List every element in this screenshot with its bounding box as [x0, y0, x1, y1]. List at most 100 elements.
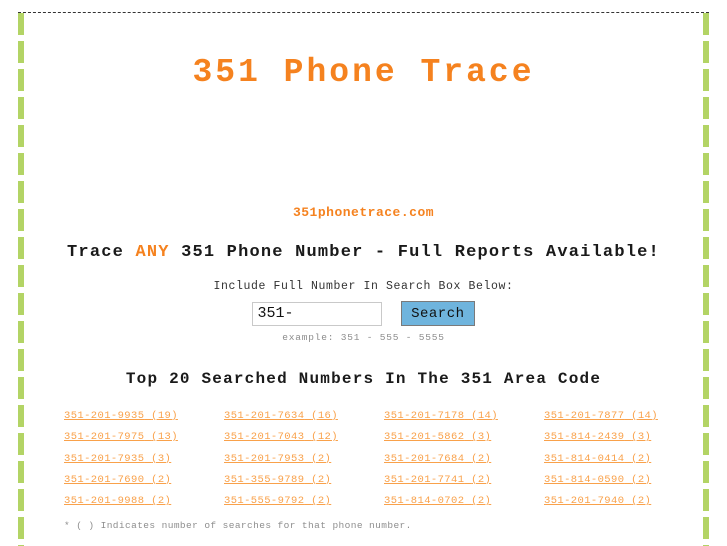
list-item: 351-814-0590 (2): [544, 470, 704, 491]
search-row: Search: [24, 301, 703, 326]
phone-number-link[interactable]: 351-201-7953 (2): [224, 453, 331, 465]
search-count: (2): [471, 452, 492, 465]
search-example-text: example: 351 - 555 - 5555: [282, 332, 445, 343]
tagline-after: 351 Phone Number - Full Reports Availabl…: [169, 243, 660, 262]
list-item: 351-201-7741 (2): [384, 470, 544, 491]
table-row: 351-201-7975 (13) 351-201-7043 (12) 351-…: [64, 427, 693, 448]
phone-number-link[interactable]: 351-201-9988 (2): [64, 495, 171, 507]
search-count: (3): [471, 431, 492, 444]
list-item: 351-201-7690 (2): [64, 470, 224, 491]
phone-number-link[interactable]: 351-201-7634 (16): [224, 410, 338, 422]
phone-number-link[interactable]: 351-201-7877 (14): [544, 410, 658, 422]
phone-number-link[interactable]: 351-814-0414 (2): [544, 453, 651, 465]
page-title: 351 Phone Trace: [192, 54, 535, 91]
phone-number-text: 351-201-9935: [64, 410, 145, 422]
phone-number-link[interactable]: 351-555-9792 (2): [224, 495, 331, 507]
table-row: 351-201-9935 (19) 351-201-7634 (16) 351-…: [64, 406, 693, 427]
phone-number-link[interactable]: 351-201-7935 (3): [64, 453, 171, 465]
phone-number-link[interactable]: 351-201-7741 (2): [384, 474, 491, 486]
list-item: 351-201-7178 (14): [384, 406, 544, 427]
table-row: 351-201-7935 (3) 351-201-7953 (2) 351-20…: [64, 449, 693, 470]
phone-number-link[interactable]: 351-814-0702 (2): [384, 495, 491, 507]
page-content: 351 Phone Trace 351phonetrace.com Trace …: [24, 13, 703, 545]
list-item: 351-201-7975 (13): [64, 427, 224, 448]
search-count: (2): [311, 473, 332, 486]
phone-number-link[interactable]: 351-814-2439 (3): [544, 431, 651, 443]
phone-number-link[interactable]: 351-355-9789 (2): [224, 474, 331, 486]
phone-number-text: 351-814-0702: [384, 495, 465, 508]
list-item: 351-555-9792 (2): [224, 491, 384, 512]
phone-number-link[interactable]: 351-814-0590 (2): [544, 474, 651, 486]
list-item: 351-201-7634 (16): [224, 406, 384, 427]
advertisement-slot: [24, 93, 703, 205]
table-row: 351-201-9988 (2) 351-555-9792 (2) 351-81…: [64, 491, 693, 512]
search-instruction-label: Include Full Number In Search Box Below:: [213, 280, 514, 293]
phone-number-text: 351-201-7741: [384, 473, 465, 486]
list-item: 351-814-0414 (2): [544, 449, 704, 470]
tagline: Trace ANY 351 Phone Number - Full Report…: [24, 243, 703, 263]
page-frame: 351 Phone Trace 351phonetrace.com Trace …: [18, 12, 709, 546]
phone-number-link[interactable]: 351-201-7178 (14): [384, 410, 498, 422]
phone-number-text: 351-201-9988: [64, 495, 145, 508]
table-row: 351-201-7690 (2) 351-355-9789 (2) 351-20…: [64, 470, 693, 491]
search-count: (2): [311, 452, 332, 465]
list-item: 351-201-7940 (2): [544, 491, 704, 512]
phone-number-text: 351-355-9789: [224, 473, 305, 486]
list-item: 351-201-5862 (3): [384, 427, 544, 448]
phone-number-link[interactable]: 351-201-7690 (2): [64, 474, 171, 486]
phone-number-text: 351-201-7178: [384, 410, 465, 422]
search-count: (16): [311, 410, 338, 422]
phone-number-link[interactable]: 351-201-7940 (2): [544, 495, 651, 507]
phone-number-text: 351-814-0414: [544, 452, 625, 465]
phone-number-text: 351-555-9792: [224, 495, 305, 508]
search-count-footnote: * ( ) Indicates number of searches for t…: [64, 520, 412, 532]
search-count: (19): [151, 410, 178, 422]
search-count: (12): [311, 431, 338, 444]
phone-number-text: 351-201-7975: [64, 431, 145, 444]
list-item: 351-201-7877 (14): [544, 406, 704, 427]
phone-number-text: 351-814-2439: [544, 431, 625, 444]
search-count: (14): [471, 410, 498, 422]
phone-number-link[interactable]: 351-201-9935 (19): [64, 410, 178, 422]
list-item: 351-814-0702 (2): [384, 491, 544, 512]
search-count: (2): [471, 495, 492, 508]
list-item: 351-201-9988 (2): [64, 491, 224, 512]
phone-number-link[interactable]: 351-201-7975 (13): [64, 431, 178, 443]
phone-number-text: 351-201-7877: [544, 410, 625, 422]
phone-number-text: 351-201-7043: [224, 431, 305, 444]
phone-number-link[interactable]: 351-201-7684 (2): [384, 453, 491, 465]
search-count: (14): [631, 410, 658, 422]
search-count: (2): [311, 495, 332, 508]
tagline-highlight: ANY: [135, 243, 170, 262]
list-item: 351-201-7953 (2): [224, 449, 384, 470]
search-count: (3): [631, 431, 652, 444]
top-searched-numbers-grid: 351-201-9935 (19) 351-201-7634 (16) 351-…: [24, 406, 703, 512]
top-searched-heading: Top 20 Searched Numbers In The 351 Area …: [125, 370, 602, 388]
list-item: 351-201-7043 (12): [224, 427, 384, 448]
phone-number-text: 351-201-7935: [64, 452, 145, 465]
search-count: (2): [631, 452, 652, 465]
tagline-before: Trace: [67, 243, 136, 262]
search-count: (2): [471, 473, 492, 486]
search-count: (3): [151, 452, 172, 465]
list-item: 351-814-2439 (3): [544, 427, 704, 448]
phone-number-text: 351-201-7940: [544, 495, 625, 508]
search-count: (2): [631, 495, 652, 508]
list-item: 351-201-7684 (2): [384, 449, 544, 470]
phone-number-text: 351-814-0590: [544, 473, 625, 486]
search-input[interactable]: [252, 301, 383, 326]
search-button[interactable]: Search: [401, 301, 475, 326]
domain-name-text: 351phonetrace.com: [292, 205, 435, 220]
list-item: 351-355-9789 (2): [224, 470, 384, 491]
list-item: 351-201-7935 (3): [64, 449, 224, 470]
phone-number-text: 351-201-5862: [384, 431, 465, 444]
phone-number-text: 351-201-7634: [224, 410, 305, 422]
search-count: (2): [631, 473, 652, 486]
list-item: 351-201-9935 (19): [64, 406, 224, 427]
phone-number-link[interactable]: 351-201-7043 (12): [224, 431, 338, 443]
search-count: (13): [151, 431, 178, 444]
phone-number-text: 351-201-7690: [64, 473, 145, 486]
phone-number-text: 351-201-7684: [384, 452, 465, 465]
phone-number-link[interactable]: 351-201-5862 (3): [384, 431, 491, 443]
search-count: (2): [151, 473, 172, 486]
